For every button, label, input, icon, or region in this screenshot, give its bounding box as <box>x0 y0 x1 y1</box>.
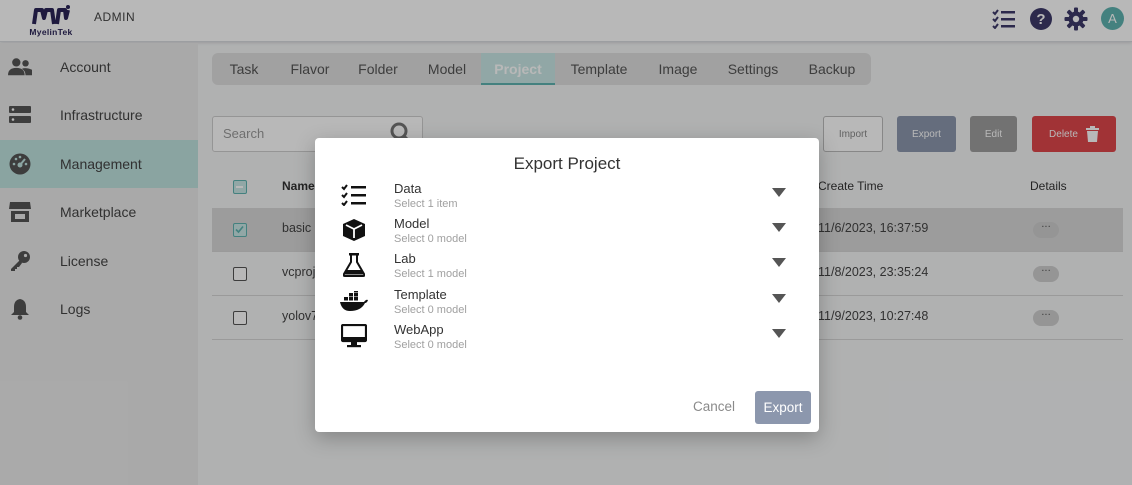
export-row-webapp[interactable]: WebApp Select 0 model <box>315 322 819 356</box>
export-row-selection: Select 0 model <box>394 339 467 351</box>
export-row-template[interactable]: Template Select 0 model <box>315 287 819 321</box>
export-row-lab[interactable]: Lab Select 1 model <box>315 251 819 285</box>
export-row-name: Lab <box>394 251 416 266</box>
export-row-data[interactable]: Data Select 1 item <box>315 181 819 215</box>
export-row-model[interactable]: Model Select 0 model <box>315 216 819 250</box>
checklist-icon <box>340 181 368 209</box>
export-row-name: Template <box>394 287 447 302</box>
chevron-down-icon[interactable] <box>772 258 786 267</box>
flask-icon <box>340 251 368 279</box>
dialog-title: Export Project <box>513 154 621 173</box>
docker-icon <box>340 287 368 315</box>
chevron-down-icon[interactable] <box>772 294 786 303</box>
export-row-selection: Select 1 item <box>394 198 458 210</box>
export-row-name: Data <box>394 181 422 196</box>
export-row-selection: Select 0 model <box>394 304 467 316</box>
monitor-icon <box>340 322 368 350</box>
export-row-selection: Select 0 model <box>394 233 467 245</box>
export-project-dialog: Export Project Data Select 1 item Model … <box>315 138 819 432</box>
cube-icon <box>340 216 368 244</box>
chevron-down-icon[interactable] <box>772 188 786 197</box>
export-row-name: WebApp <box>394 322 444 337</box>
chevron-down-icon[interactable] <box>772 223 786 232</box>
confirm-export-button[interactable]: Export <box>755 391 811 424</box>
export-row-name: Model <box>394 216 430 231</box>
chevron-down-icon[interactable] <box>772 329 786 338</box>
export-row-selection: Select 1 model <box>394 268 467 280</box>
cancel-button[interactable]: Cancel <box>693 399 735 414</box>
